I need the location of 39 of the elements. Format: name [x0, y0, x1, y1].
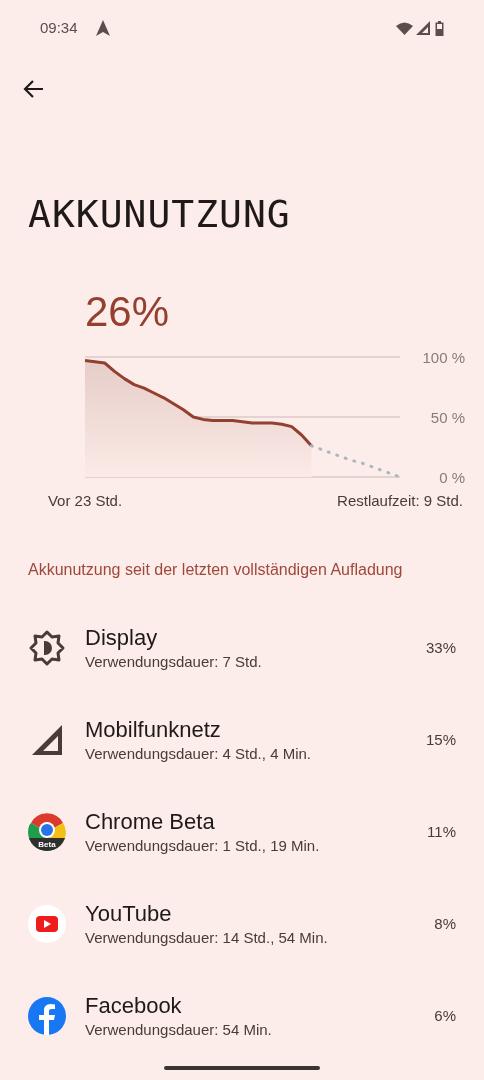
axis-label: Vor 23 Std. — [47, 492, 123, 509]
usage-duration: Verwendungsdauer: 14 Std., 54 Min. — [85, 928, 329, 948]
clock: 09:34 — [40, 17, 78, 38]
usage-duration: Verwendungsdauer: 1 Std., 19 Min. — [85, 836, 321, 856]
signal-icon — [30, 723, 64, 757]
usage-percent: 11% — [427, 821, 456, 842]
item-name: Mobilfunknetz — [85, 716, 222, 744]
wifi-icon — [396, 21, 413, 35]
usage-list-item[interactable]: Facebook Verwendungsdauer: 54 Min. 6% — [0, 970, 484, 1062]
axis-label: Restlaufzeit: 9 Std. — [337, 492, 463, 509]
usage-duration: Verwendungsdauer: 4 Std., 4 Min. — [85, 744, 312, 764]
battery-percentage: 26% — [85, 288, 171, 336]
usage-list-item[interactable]: YouTube Verwendungsdauer: 14 Std., 54 Min. 8% — [0, 878, 484, 970]
signal-icon — [416, 21, 430, 35]
usage-duration: Verwendungsdauer: 7 Std. — [85, 652, 263, 672]
page-title: AKKUNUTZUNG — [28, 192, 292, 236]
social-app-icon — [28, 997, 66, 1035]
usage-percent: 8% — [434, 913, 456, 934]
axis-label: 50 % — [430, 409, 465, 426]
item-name: Chrome Beta — [85, 808, 216, 836]
usage-duration: Verwendungsdauer: 54 Min. — [85, 1020, 273, 1040]
item-name: YouTube — [85, 900, 173, 928]
usage-percent: 6% — [434, 1005, 456, 1026]
usage-list-item[interactable]: Mobilfunknetz Verwendungsdauer: 4 Std., 4 Min. 15% — [0, 694, 484, 786]
axis-label: 0 % — [439, 469, 465, 486]
axis-label: 100 % — [422, 349, 465, 366]
brightness-icon — [28, 629, 66, 667]
usage-percent: 15% — [425, 729, 456, 750]
item-name: Facebook — [85, 992, 183, 1020]
usage-list-item[interactable]: Display Verwendungsdauer: 7 Std. 33% — [0, 602, 484, 694]
item-name: Display — [85, 624, 159, 652]
play-app-icon — [28, 905, 66, 943]
battery-icon — [435, 20, 444, 36]
browser-app-icon — [28, 813, 66, 851]
beta-label: Beta — [37, 840, 57, 849]
usage-percent: 33% — [425, 637, 456, 658]
section-title: Akkunutzung seit der letzten vollständigen Aufladung — [28, 560, 404, 580]
usage-list-item[interactable]: Beta Chrome Beta Verwendungsdauer: 1 Std., 19 Min. 11% — [0, 786, 484, 878]
navigation-icon — [95, 20, 110, 36]
